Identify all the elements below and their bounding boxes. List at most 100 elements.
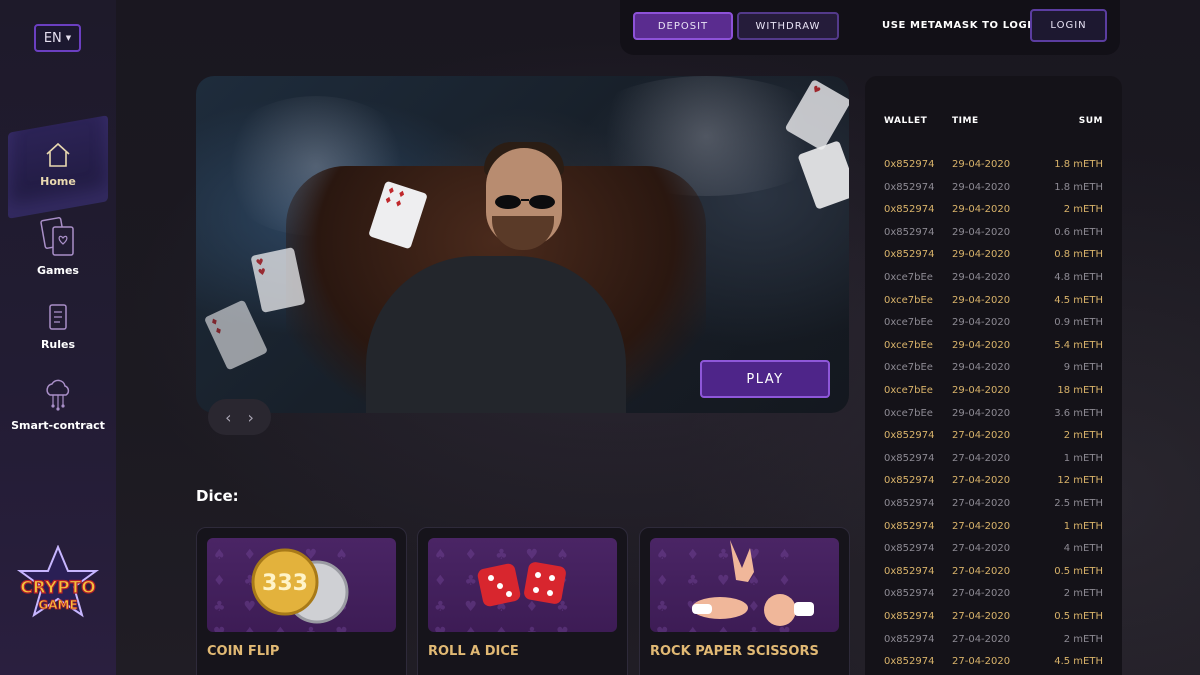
wallet-cell: 0x852974 [884,226,935,238]
sidebar-item-rules[interactable]: Rules [0,302,116,351]
wallet-cell: 0x852974 [884,475,935,487]
time-cell: 27-04-2020 [952,543,1011,555]
chevron-down-icon: ▼ [65,34,72,42]
game-card-label: ROLL A DICE [428,644,519,659]
wallet-cell: 0x852974 [884,588,935,600]
sum-cell: 1 mETH [1063,520,1103,532]
wallet-cell: 0x852974 [884,611,935,622]
time-cell: 29-04-2020 [952,317,1011,329]
time-cell: 27-04-2020 [952,520,1011,532]
table-row: 0x852974 27-04-2020 2 mETH [865,588,1122,602]
wallet-cell: 0xce7bEe [884,339,933,351]
sum-cell: 0.5 mETH [1054,565,1103,577]
sidebar-item-home[interactable]: Home [0,141,116,188]
wallet-cell: 0x852974 [884,452,935,464]
wallet-cell: 0x852974 [884,656,935,668]
wallet-cell: 0xce7bEe [884,272,933,283]
withdraw-button[interactable]: WITHDRAW [737,12,839,40]
coins-icon: 333 [251,548,349,624]
sum-cell: 0.6 mETH [1054,226,1103,238]
play-button[interactable]: PLAY [700,360,830,398]
time-cell: 29-04-2020 [952,249,1011,261]
time-cell: 29-04-2020 [952,407,1011,419]
sum-cell: 4.5 mETH [1054,656,1103,668]
time-cell: 29-04-2020 [952,181,1011,193]
login-button[interactable]: LOGIN [1030,9,1107,42]
sum-cell: 0.5 mETH [1054,611,1103,622]
sidebar-item-label: Home [40,175,76,188]
hands-icon [692,540,814,626]
table-row: 0x852974 27-04-2020 1 mETH [865,521,1122,535]
table-row: 0xce7bEe 29-04-2020 18 mETH [865,385,1122,399]
table-row: 0xce7bEe 29-04-2020 0.9 mETH [865,317,1122,331]
table-row: 0xce7bEe 29-04-2020 5.4 mETH [865,340,1122,354]
cards-icon [40,217,74,256]
wallet-cell: 0x852974 [884,181,935,193]
table-row: 0xce7bEe 29-04-2020 4.5 mETH [865,295,1122,309]
rock-paper-scissors-image: ♠♦♣♥♠♦♣♥♠♦♣♥♠♦♣♥♠♦♣♥♠♦♣♥ [650,538,839,632]
sunglasses-image [495,195,555,209]
sum-cell: 4.8 mETH [1054,272,1103,283]
sum-cell: 2 mETH [1063,633,1103,645]
roll-dice-image: ♠♦♣♥♠♦♣♥♠♦♣♥♠♦♣♥♠♦♣♥♠♦♣♥ [428,538,617,632]
time-cell: 27-04-2020 [952,588,1011,600]
wallet-cell: 0xce7bEe [884,294,933,306]
crypto-game-logo[interactable]: CRYPTO GAME [10,545,106,629]
time-cell: 27-04-2020 [952,498,1011,509]
game-card-rock-paper-scissors[interactable]: ♠♦♣♥♠♦♣♥♠♦♣♥♠♦♣♥♠♦♣♥♠♦♣♥ ROCK PAPER SCIS… [639,527,850,675]
game-card-coin-flip[interactable]: ♠♦♣♥♠♦♣♥♠♦♣♥♠♦♣♥♠♦♣♥♠♦♣♥ 333 COIN FLIP [196,527,407,675]
time-cell: 29-04-2020 [952,204,1011,216]
sidebar-item-label: Smart-contract [11,419,105,432]
sum-cell: 2 mETH [1063,430,1103,442]
table-row: 0x852974 27-04-2020 1 mETH [865,453,1122,467]
wallet-cell: 0x852974 [884,633,935,645]
game-card-roll-a-dice[interactable]: ♠♦♣♥♠♦♣♥♠♦♣♥♠♦♣♥♠♦♣♥♠♦♣♥ ROLL A DICE [417,527,628,675]
sidebar-item-label: Rules [40,338,76,351]
time-cell: 27-04-2020 [952,475,1011,487]
sum-cell: 2 mETH [1063,204,1103,216]
wallet-cell: 0x852974 [884,543,935,555]
sidebar-item-games[interactable]: Games [0,216,116,277]
sidebar-item-smart-contract[interactable]: Smart-contract [0,377,116,432]
sum-cell: 2.5 mETH [1054,498,1103,509]
column-header-sum: SUM [1078,116,1103,126]
time-cell: 27-04-2020 [952,611,1011,622]
wallet-cell: 0x852974 [884,159,935,170]
scroll-icon [49,304,67,330]
chevron-left-icon[interactable]: ‹ [225,408,231,427]
coin-text: 333 [262,571,308,596]
sidebar: EN ▼ Home Games Rules Smart-contract CRY… [0,0,116,675]
table-row: 0x852974 29-04-2020 2 mETH [865,204,1122,218]
column-header-time: TIME [952,116,979,126]
table-row: 0x852974 27-04-2020 2 mETH [865,634,1122,648]
time-cell: 27-04-2020 [952,565,1011,577]
sidebar-item-label: Games [37,264,79,277]
time-cell: 29-04-2020 [952,294,1011,306]
cloud-network-icon [46,379,70,411]
time-cell: 29-04-2020 [952,159,1011,170]
sum-cell: 2 mETH [1063,588,1103,600]
language-selector[interactable]: EN ▼ [34,24,81,52]
wallet-cell: 0xce7bEe [884,385,933,396]
sum-cell: 4 mETH [1063,543,1103,555]
table-row: 0x852974 27-04-2020 0.5 mETH [865,611,1122,625]
deposit-button[interactable]: DEPOSIT [633,12,733,40]
time-cell: 27-04-2020 [952,452,1011,464]
wallet-cell: 0x852974 [884,430,935,442]
hero-banner[interactable]: ♦ ♦ ♦ ♦ ♥ ♥ ♦ ♦ ♥ PLAY [196,76,849,413]
time-cell: 29-04-2020 [952,272,1011,283]
wallet-cell: 0x852974 [884,565,935,577]
time-cell: 27-04-2020 [952,656,1011,668]
time-cell: 29-04-2020 [952,362,1011,374]
wallet-cell: 0xce7bEe [884,407,933,419]
svg-text:CRYPTO: CRYPTO [20,578,95,598]
sum-cell: 0.8 mETH [1054,249,1103,261]
game-card-label: ROCK PAPER SCISSORS [650,644,819,659]
time-cell: 29-04-2020 [952,339,1011,351]
wallet-cell: 0x852974 [884,498,935,509]
table-row: 0x852974 29-04-2020 0.8 mETH [865,249,1122,263]
slider-navigation: ‹ › [208,399,271,435]
wallet-cell: 0xce7bEe [884,317,933,329]
chevron-right-icon[interactable]: › [248,408,254,427]
wallet-cell: 0x852974 [884,520,935,532]
